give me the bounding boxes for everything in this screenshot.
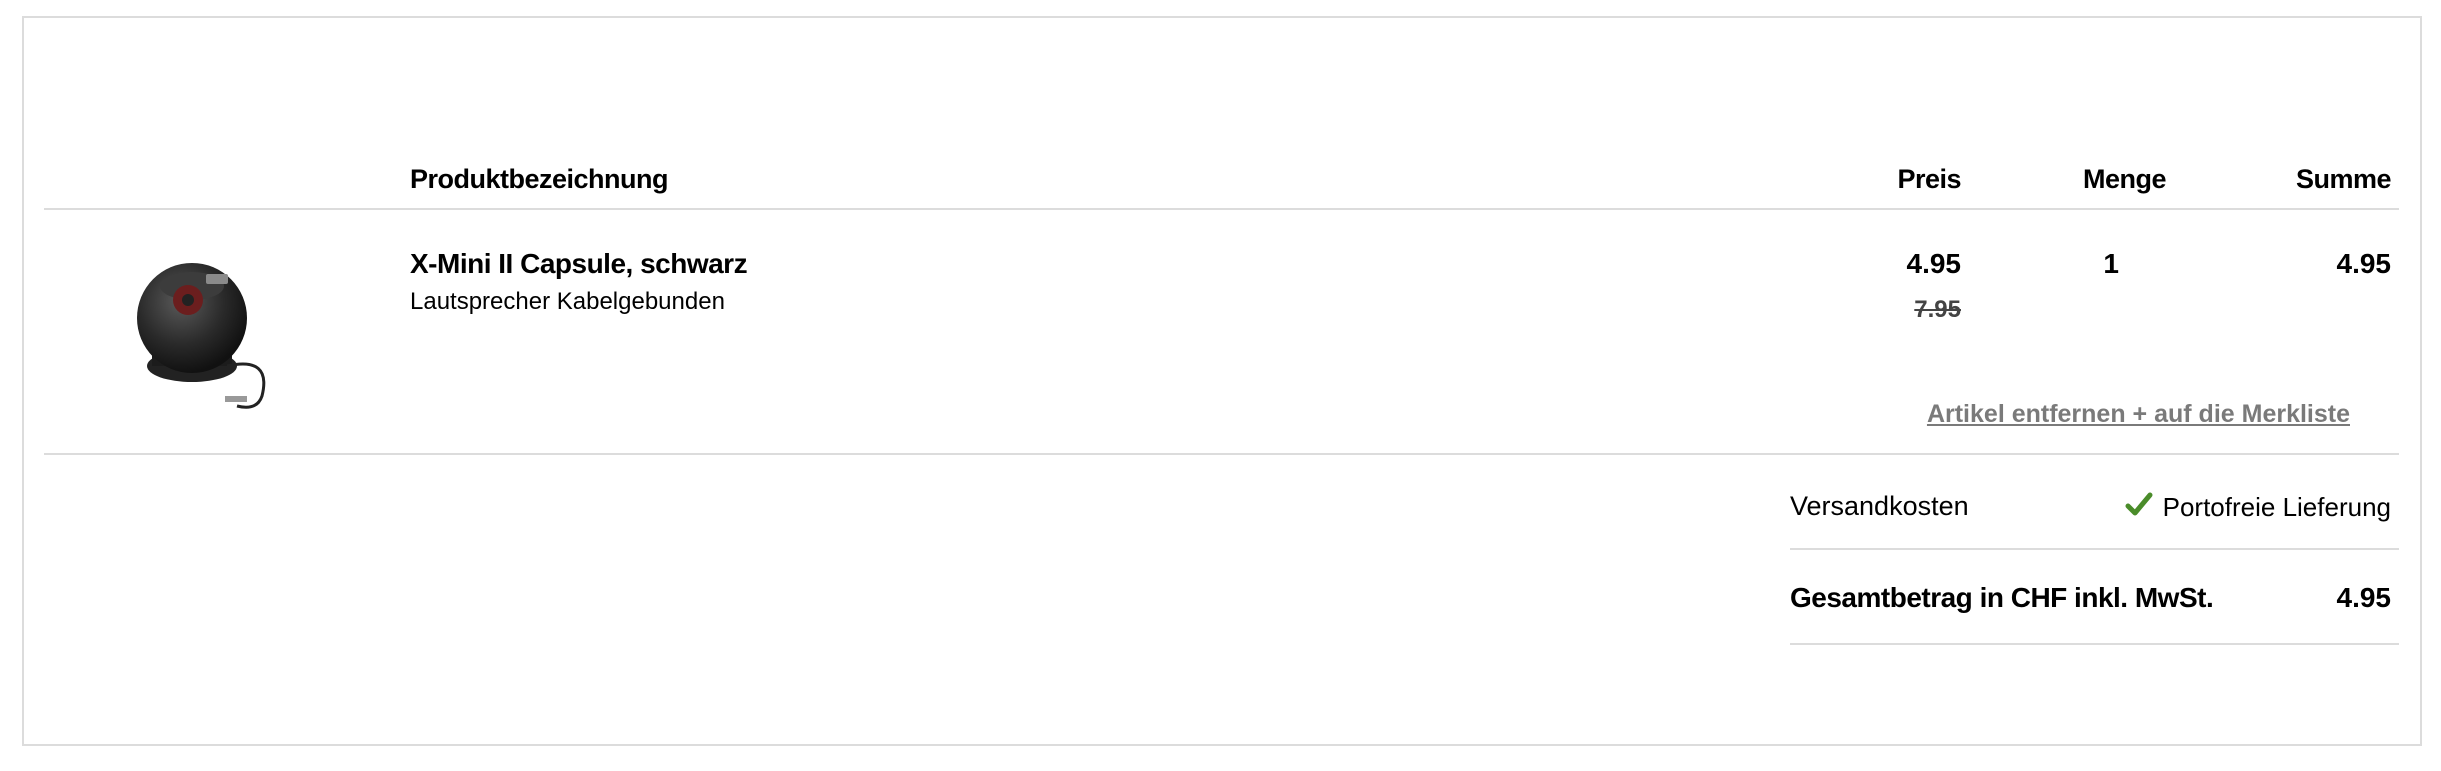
header-product: Produktbezeichnung (410, 164, 669, 194)
total-label: Gesamtbetrag in CHF inkl. MwSt. (1790, 582, 2214, 613)
shipping-value: Portofreie Lieferung (2162, 492, 2391, 522)
shipping-label: Versandkosten (1790, 491, 1969, 521)
price-current: 4.95 (1906, 248, 1962, 279)
shipping-value-wrap: Portofreie Lieferung (2125, 491, 2391, 523)
speaker-product-image[interactable] (122, 246, 282, 416)
shipping-row: Versandkosten Portofreie Lieferung (1790, 455, 2399, 550)
price-old: 7.95 (1914, 296, 1961, 323)
header-total: Summe (2295, 164, 2392, 194)
header-price: Preis (1897, 164, 1961, 194)
order-summary: Versandkosten Portofreie Lieferung Gesam… (1790, 455, 2399, 645)
table-row: X-Mini II Capsule, schwarz Lautsprecher … (44, 210, 2399, 455)
quantity-value: 1 (2103, 248, 2119, 279)
product-title[interactable]: X-Mini II Capsule, schwarz (410, 248, 748, 280)
total-row: Gesamtbetrag in CHF inkl. MwSt. 4.95 (1790, 550, 2399, 645)
check-icon (2125, 491, 2153, 519)
row-sum: 4.95 (2336, 248, 2392, 279)
total-value: 4.95 (2336, 582, 2392, 613)
header-quantity: Menge (2082, 164, 2167, 194)
product-subtitle: Lautsprecher Kabelgebunden (410, 288, 725, 315)
remove-to-wishlist-link[interactable]: Artikel entfernen + auf die Merkliste (1927, 400, 2350, 429)
table-header: Produktbezeichnung Preis Menge Summe (44, 150, 2399, 210)
